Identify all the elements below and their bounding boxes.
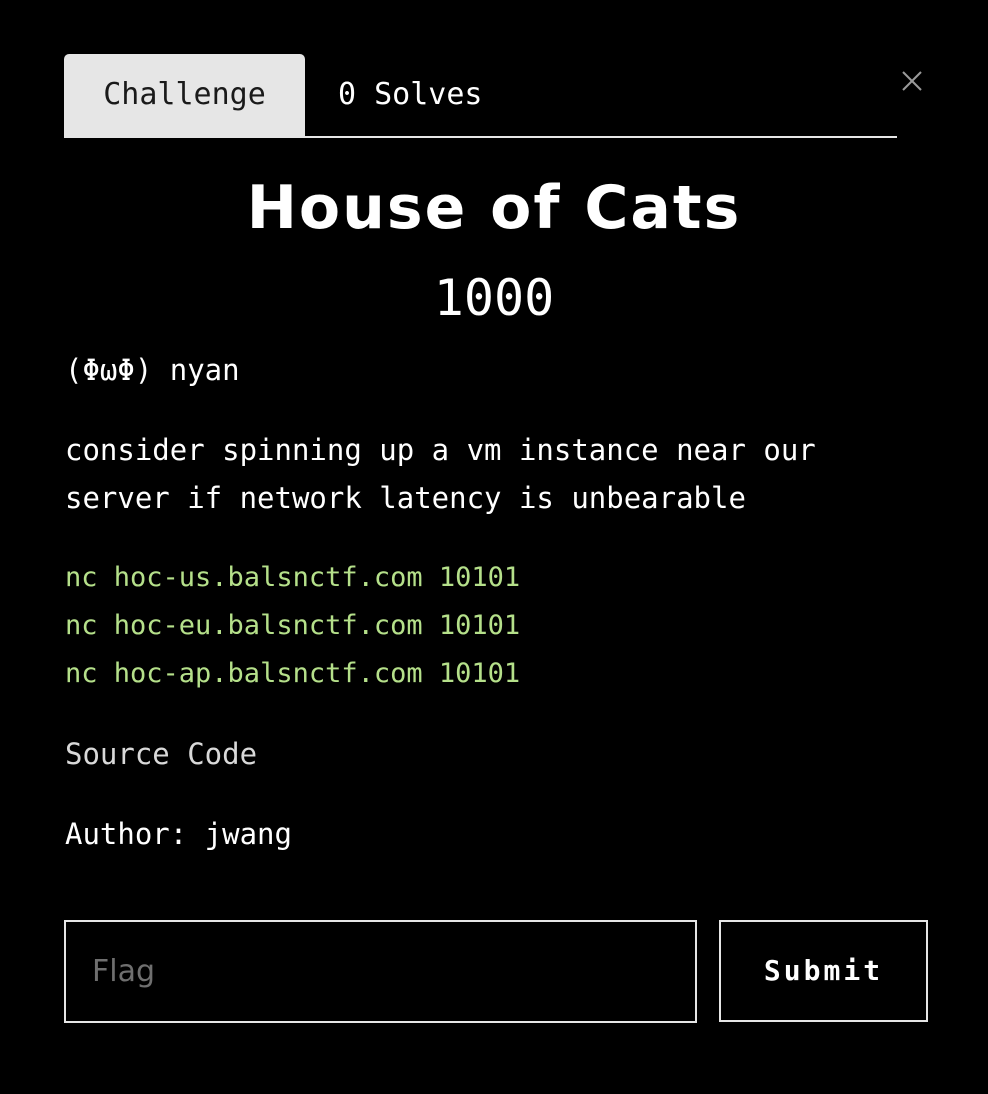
connection-command: nc hoc-us.balsnctf.com 10101 — [65, 562, 521, 593]
connection-command: nc hoc-ap.balsnctf.com 10101 — [65, 658, 521, 689]
submit-button[interactable]: Submit — [719, 920, 928, 1022]
tab-challenge[interactable]: Challenge — [64, 54, 305, 136]
description-line: consider spinning up a vm instance near … — [65, 433, 816, 515]
tab-bar: Challenge 0 Solves — [64, 54, 897, 138]
close-icon[interactable] — [899, 68, 925, 94]
tab-solves[interactable]: 0 Solves — [326, 54, 495, 136]
source-code-link[interactable]: Source Code — [65, 730, 257, 778]
flag-input[interactable] — [64, 920, 697, 1023]
challenge-points: 1000 — [433, 269, 555, 327]
connection-command: nc hoc-eu.balsnctf.com 10101 — [65, 610, 521, 641]
author-text: Author: jwang — [65, 817, 292, 851]
description-line: (ΦωΦ) nyan — [65, 353, 240, 387]
challenge-title: House of Cats — [246, 173, 742, 243]
